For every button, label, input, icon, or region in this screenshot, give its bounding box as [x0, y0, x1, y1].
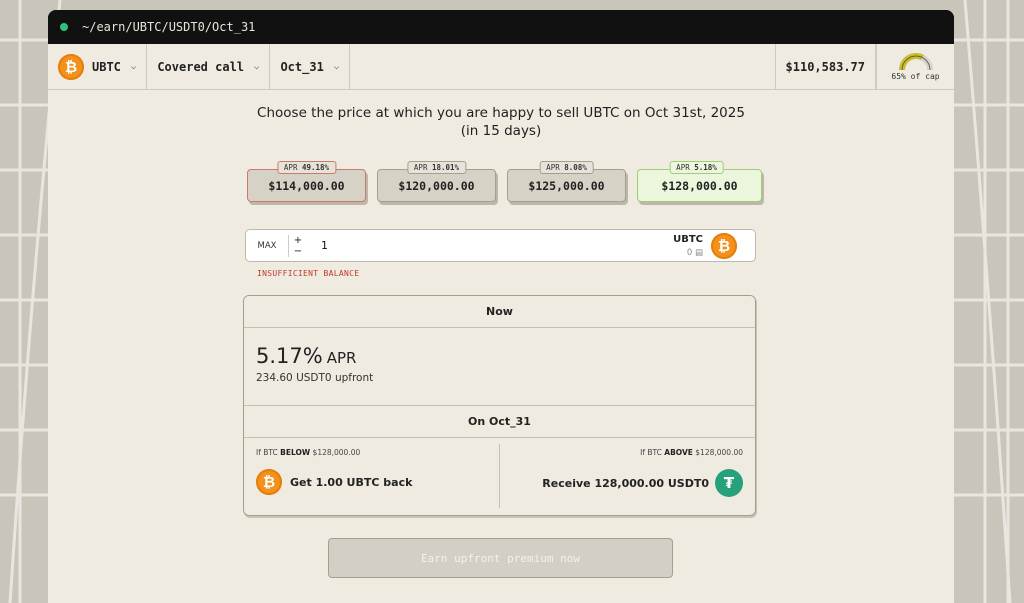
apr-display: 5.17% APR: [256, 344, 357, 368]
strike-option-128000[interactable]: APR 5.18% $128,000.00: [637, 161, 762, 202]
now-section: 5.17% APR 234.60 USDT0 upfront: [244, 328, 755, 406]
bitcoin-icon: ₿: [256, 469, 282, 495]
page-heading: Choose the price at which you are happy …: [48, 104, 954, 140]
apr-badge: APR 18.01%: [406, 161, 467, 174]
amount-asset: UBTC 0 ▤: [673, 234, 703, 258]
now-header: Now: [244, 296, 755, 328]
error-message: INSUFFICIENT BALANCE: [257, 269, 360, 278]
expiry-header: On Oct_31: [244, 406, 755, 438]
summary-panel: Now 5.17% APR 234.60 USDT0 upfront On Oct…: [243, 295, 756, 516]
amount-stepper: + −: [289, 235, 307, 257]
chevron-down-icon: ⌵: [254, 61, 260, 72]
below-result: ₿ Get 1.00 UBTC back: [256, 469, 487, 495]
earn-premium-button[interactable]: Earn upfront premium now: [328, 538, 673, 578]
strike-options: APR 49.18% $114,000.00 APR 18.01% $120,0…: [247, 161, 762, 202]
toolbar: ₿ UBTC ⌵ Covered call ⌵ Oct_31 ⌵ $110,58…: [48, 44, 954, 90]
status-dot-icon: [60, 23, 68, 31]
above-result: Receive 128,000.00 USDT0 ₮: [512, 469, 743, 497]
title-bar: ~/earn/UBTC/USDT0/Oct_31: [48, 10, 954, 44]
apr-badge: APR 49.18%: [276, 161, 337, 174]
amount-symbol: UBTC: [673, 233, 703, 245]
strategy-selector[interactable]: Covered call ⌵: [147, 44, 271, 89]
strike-option-120000[interactable]: APR 18.01% $120,000.00: [377, 161, 496, 202]
above-condition: If BTC ABOVE $128,000.00: [640, 448, 743, 457]
asset-selector[interactable]: ₿ UBTC ⌵: [48, 44, 148, 89]
amount-input[interactable]: 1: [307, 239, 673, 252]
chevron-down-icon: ⌵: [333, 61, 340, 72]
strike-option-125000[interactable]: APR 8.08% $125,000.00: [507, 161, 626, 202]
outcome-below: If BTC BELOW $128,000.00 ₿ Get 1.00 UBTC…: [244, 444, 500, 508]
tether-icon: ₮: [715, 469, 743, 497]
cap-label: 65% of cap: [891, 72, 940, 81]
max-button[interactable]: MAX: [246, 234, 289, 257]
gauge-icon: [898, 53, 933, 71]
strike-option-114000[interactable]: APR 49.18% $114,000.00: [247, 161, 366, 202]
btc-price: $110,583.77: [774, 44, 876, 89]
chevron-down-icon: ⌵: [130, 61, 137, 72]
main-content: Choose the price at which you are happy …: [48, 90, 954, 603]
window-path: ~/earn/UBTC/USDT0/Oct_31: [82, 20, 256, 34]
below-condition: If BTC BELOW $128,000.00: [256, 448, 361, 457]
apr-badge: APR 5.18%: [669, 161, 724, 174]
strategy-label: Covered call: [157, 59, 245, 74]
expiry-selector[interactable]: Oct_31 ⌵: [270, 44, 351, 89]
cap-gauge: 65% of cap: [876, 44, 954, 89]
bitcoin-icon: ₿: [711, 232, 737, 259]
apr-badge: APR 8.08%: [539, 161, 594, 174]
asset-label: UBTC: [92, 59, 121, 74]
upfront-amount: 234.60 USDT0 upfront: [256, 372, 374, 384]
amount-input-group: MAX + − 1 UBTC 0 ▤ ₿: [245, 229, 756, 262]
increment-button[interactable]: +: [294, 235, 302, 246]
bitcoin-icon: ₿: [58, 53, 84, 80]
app-window: ~/earn/UBTC/USDT0/Oct_31 ₿ UBTC ⌵ Covere…: [48, 10, 954, 603]
heading-line-2: (in 15 days): [460, 123, 542, 139]
wallet-icon: ▤: [694, 247, 703, 258]
expiry-label: Oct_31: [280, 59, 324, 74]
outcomes: If BTC BELOW $128,000.00 ₿ Get 1.00 UBTC…: [244, 438, 755, 514]
outcome-above: If BTC ABOVE $128,000.00 Receive 128,000…: [500, 438, 755, 514]
heading-line-1: Choose the price at which you are happy …: [257, 105, 745, 121]
wallet-balance: 0 ▤: [686, 247, 703, 258]
decrement-button[interactable]: −: [294, 246, 302, 257]
